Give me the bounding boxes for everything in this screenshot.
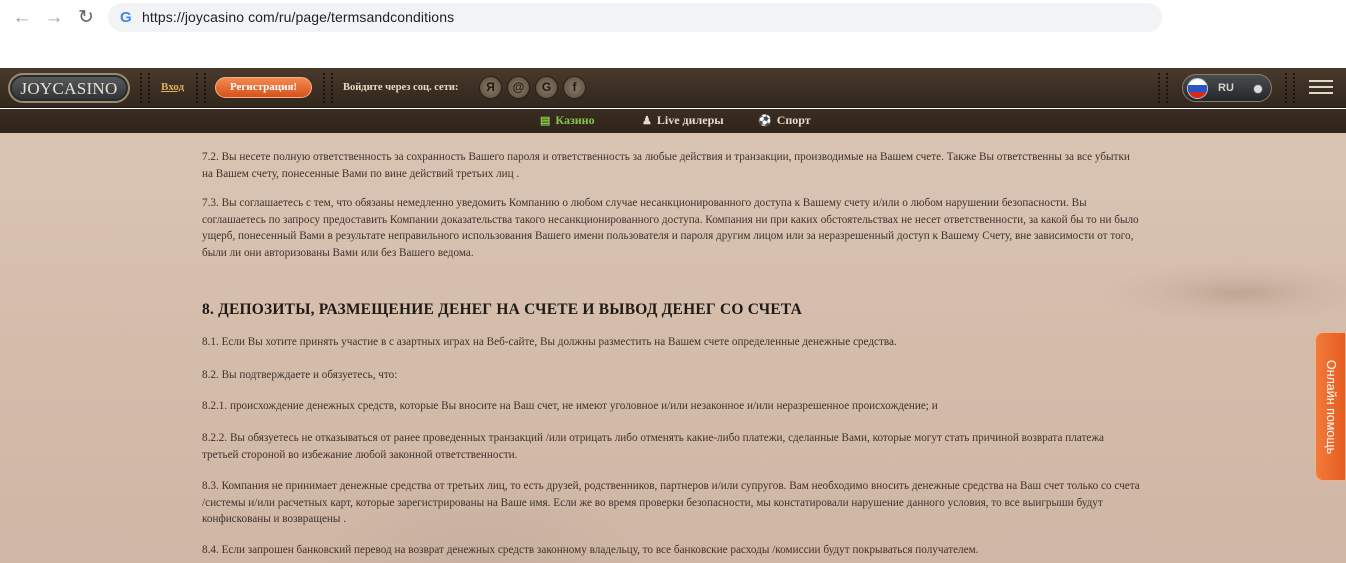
nav-live-dealers[interactable]: ♟ Live дилеры bbox=[642, 113, 724, 128]
nav-live-label: Live дилеры bbox=[656, 113, 724, 127]
social-login-label: Войдите через соц. сети: bbox=[343, 82, 459, 93]
online-help-tab[interactable]: Онлайн помощь bbox=[1315, 332, 1346, 481]
reload-icon[interactable]: ↻ bbox=[76, 8, 96, 28]
divider bbox=[148, 73, 150, 103]
yandex-icon[interactable]: Я bbox=[479, 76, 502, 99]
paragraph-8-2: 8.2. Вы подтверждаете и обязуетесь, что: bbox=[202, 369, 398, 381]
nav-sport-label: Спорт bbox=[776, 113, 811, 127]
nav-casino-label: Казино bbox=[555, 113, 595, 127]
back-arrow-icon[interactable]: ← bbox=[12, 8, 32, 28]
url-text[interactable]: https://joycasino com/ru/page/termsandco… bbox=[142, 9, 454, 25]
paragraph-8-4: 8.4. Если запрошен банковский перевод на… bbox=[202, 544, 979, 556]
divider bbox=[140, 73, 142, 103]
register-label: Регистрация! bbox=[229, 81, 298, 93]
paragraph-8-3: 8.3. Компания не принимает денежные сред… bbox=[202, 480, 1140, 525]
mail-icon[interactable]: @ bbox=[507, 76, 530, 99]
paragraph-8-2-2: 8.2.2. Вы обязуетесь не отказываться от … bbox=[202, 432, 1105, 461]
google-icon: G bbox=[120, 9, 132, 26]
divider bbox=[1166, 73, 1168, 103]
address-bar[interactable]: G https://joycasino com/ru/page/termsand… bbox=[108, 3, 1162, 32]
login-link[interactable]: Вход bbox=[161, 81, 184, 93]
slots-icon: ▤ bbox=[540, 115, 551, 127]
nav-casino[interactable]: ▤ Казино bbox=[540, 113, 595, 128]
browser-toolbar: ← → ↻ G https://joycasino com/ru/page/te… bbox=[0, 0, 1346, 68]
language-label: RU bbox=[1218, 82, 1234, 94]
register-button[interactable]: Регистрация! bbox=[215, 77, 312, 98]
category-nav: ▤ Казино ♟ Live дилеры ⚽ Спорт bbox=[0, 109, 1346, 133]
online-help-label: Онлайн помощь bbox=[1323, 359, 1338, 454]
divider bbox=[1158, 73, 1160, 103]
section-heading-8: 8. ДЕПОЗИТЫ, РАЗМЕЩЕНИЕ ДЕНЕГ НА СЧЕТЕ И… bbox=[202, 301, 803, 318]
dealer-icon: ♟ bbox=[642, 115, 652, 127]
google-login-icon[interactable]: G bbox=[535, 76, 558, 99]
divider bbox=[331, 73, 333, 103]
paragraph-7-2: 7.2. Вы несете полную ответственность за… bbox=[202, 151, 1130, 180]
terms-content: 7.2. Вы несете полную ответственность за… bbox=[0, 133, 1346, 563]
toggle-knob-icon bbox=[1253, 84, 1263, 94]
forward-arrow-icon[interactable]: → bbox=[44, 8, 64, 28]
paragraph-8-1: 8.1. Если Вы хотите принять участие в с … bbox=[202, 336, 897, 348]
paragraph-8-2-1: 8.2.1. происхождение денежных средств, к… bbox=[202, 400, 938, 412]
nav-sport[interactable]: ⚽ Спорт bbox=[758, 113, 811, 128]
russia-flag-icon bbox=[1187, 78, 1208, 99]
paragraph-7-3: 7.3. Вы соглашаетесь с тем, что обязаны … bbox=[202, 197, 1139, 259]
hamburger-menu-icon[interactable] bbox=[1309, 80, 1333, 96]
divider bbox=[1285, 73, 1287, 103]
facebook-icon[interactable]: f bbox=[563, 76, 586, 99]
divider bbox=[196, 73, 198, 103]
language-selector[interactable]: RU bbox=[1182, 74, 1272, 102]
divider bbox=[323, 73, 325, 103]
logo-text: JOYCASINO bbox=[20, 79, 118, 98]
joycasino-logo[interactable]: JOYCASINO bbox=[8, 73, 130, 103]
divider bbox=[1293, 73, 1295, 103]
site-header: JOYCASINO Вход Регистрация! Войдите чере… bbox=[0, 68, 1346, 108]
divider bbox=[204, 73, 206, 103]
ball-icon: ⚽ bbox=[758, 115, 772, 127]
